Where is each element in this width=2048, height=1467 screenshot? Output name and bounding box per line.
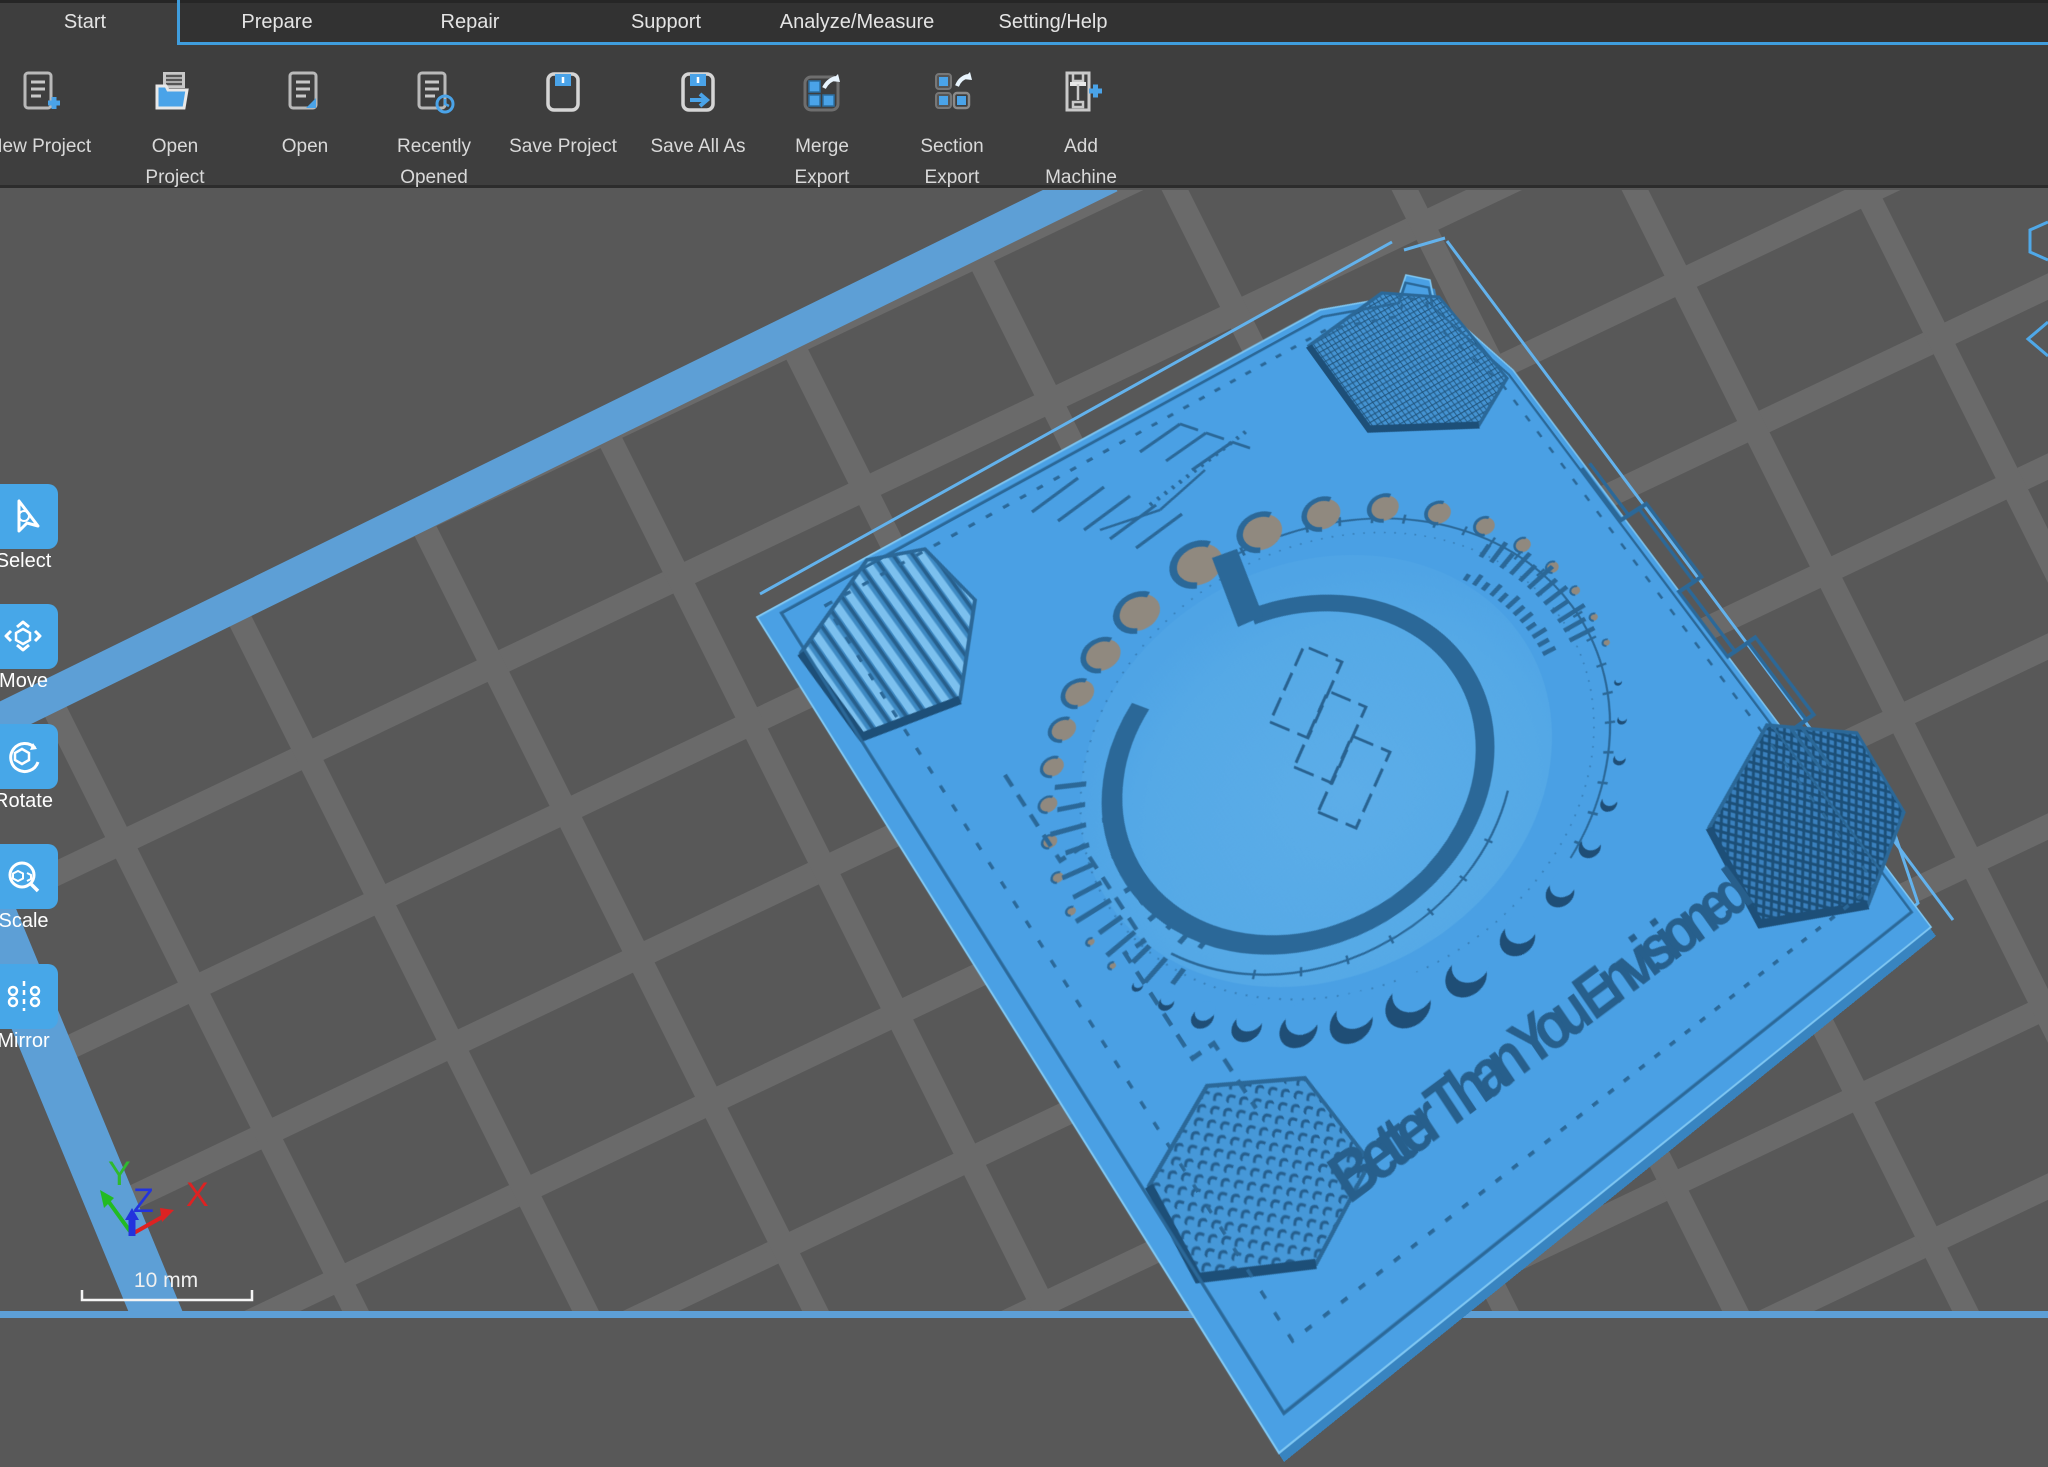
svg-text:10 mm: 10 mm [134,1269,198,1292]
svg-text:Y: Y [108,1155,131,1193]
svg-text:Z: Z [133,1182,154,1220]
svg-text:X: X [186,1176,209,1214]
